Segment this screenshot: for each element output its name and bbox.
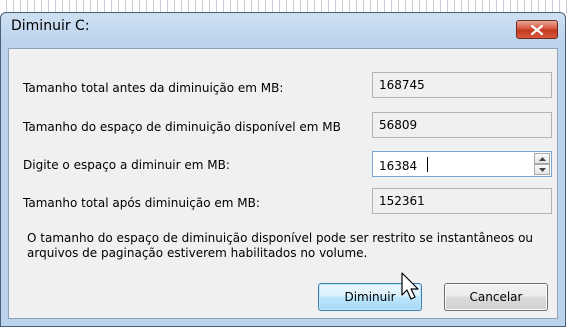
restriction-note: O tamanho do espaço de diminuição dispon…	[27, 231, 534, 260]
dialog-client-area: Tamanho total antes da diminuição em MB:…	[8, 48, 558, 319]
dialog-title: Diminuir C:	[11, 18, 90, 34]
text-caret	[427, 157, 428, 172]
shrink-dialog: Diminuir C: Tamanho total antes da dimin…	[0, 12, 566, 327]
close-button[interactable]	[516, 20, 558, 39]
title-bar[interactable]: Diminuir C:	[1, 13, 565, 43]
available-shrink-label: Tamanho do espaço de diminuição disponív…	[23, 120, 341, 134]
total-after-value: 152361	[372, 188, 552, 214]
total-after-label: Tamanho total após diminuição em MB:	[23, 196, 260, 210]
available-shrink-value: 56809	[372, 112, 552, 138]
arrow-down-icon	[538, 167, 546, 172]
spin-up-button[interactable]	[534, 153, 550, 164]
arrow-up-icon	[538, 156, 546, 161]
close-x-icon	[531, 24, 543, 35]
shrink-amount-input[interactable]	[373, 152, 531, 176]
shrink-amount-label: Digite o espaço a diminuir em MB:	[23, 158, 230, 172]
shrink-amount-stepper[interactable]	[372, 151, 552, 177]
cancel-button[interactable]: Cancelar	[444, 283, 548, 311]
spin-down-button[interactable]	[534, 164, 550, 175]
mouse-pointer-icon	[401, 272, 419, 300]
total-before-value: 168745	[372, 72, 552, 98]
total-before-label: Tamanho total antes da diminuição em MB:	[23, 81, 284, 95]
